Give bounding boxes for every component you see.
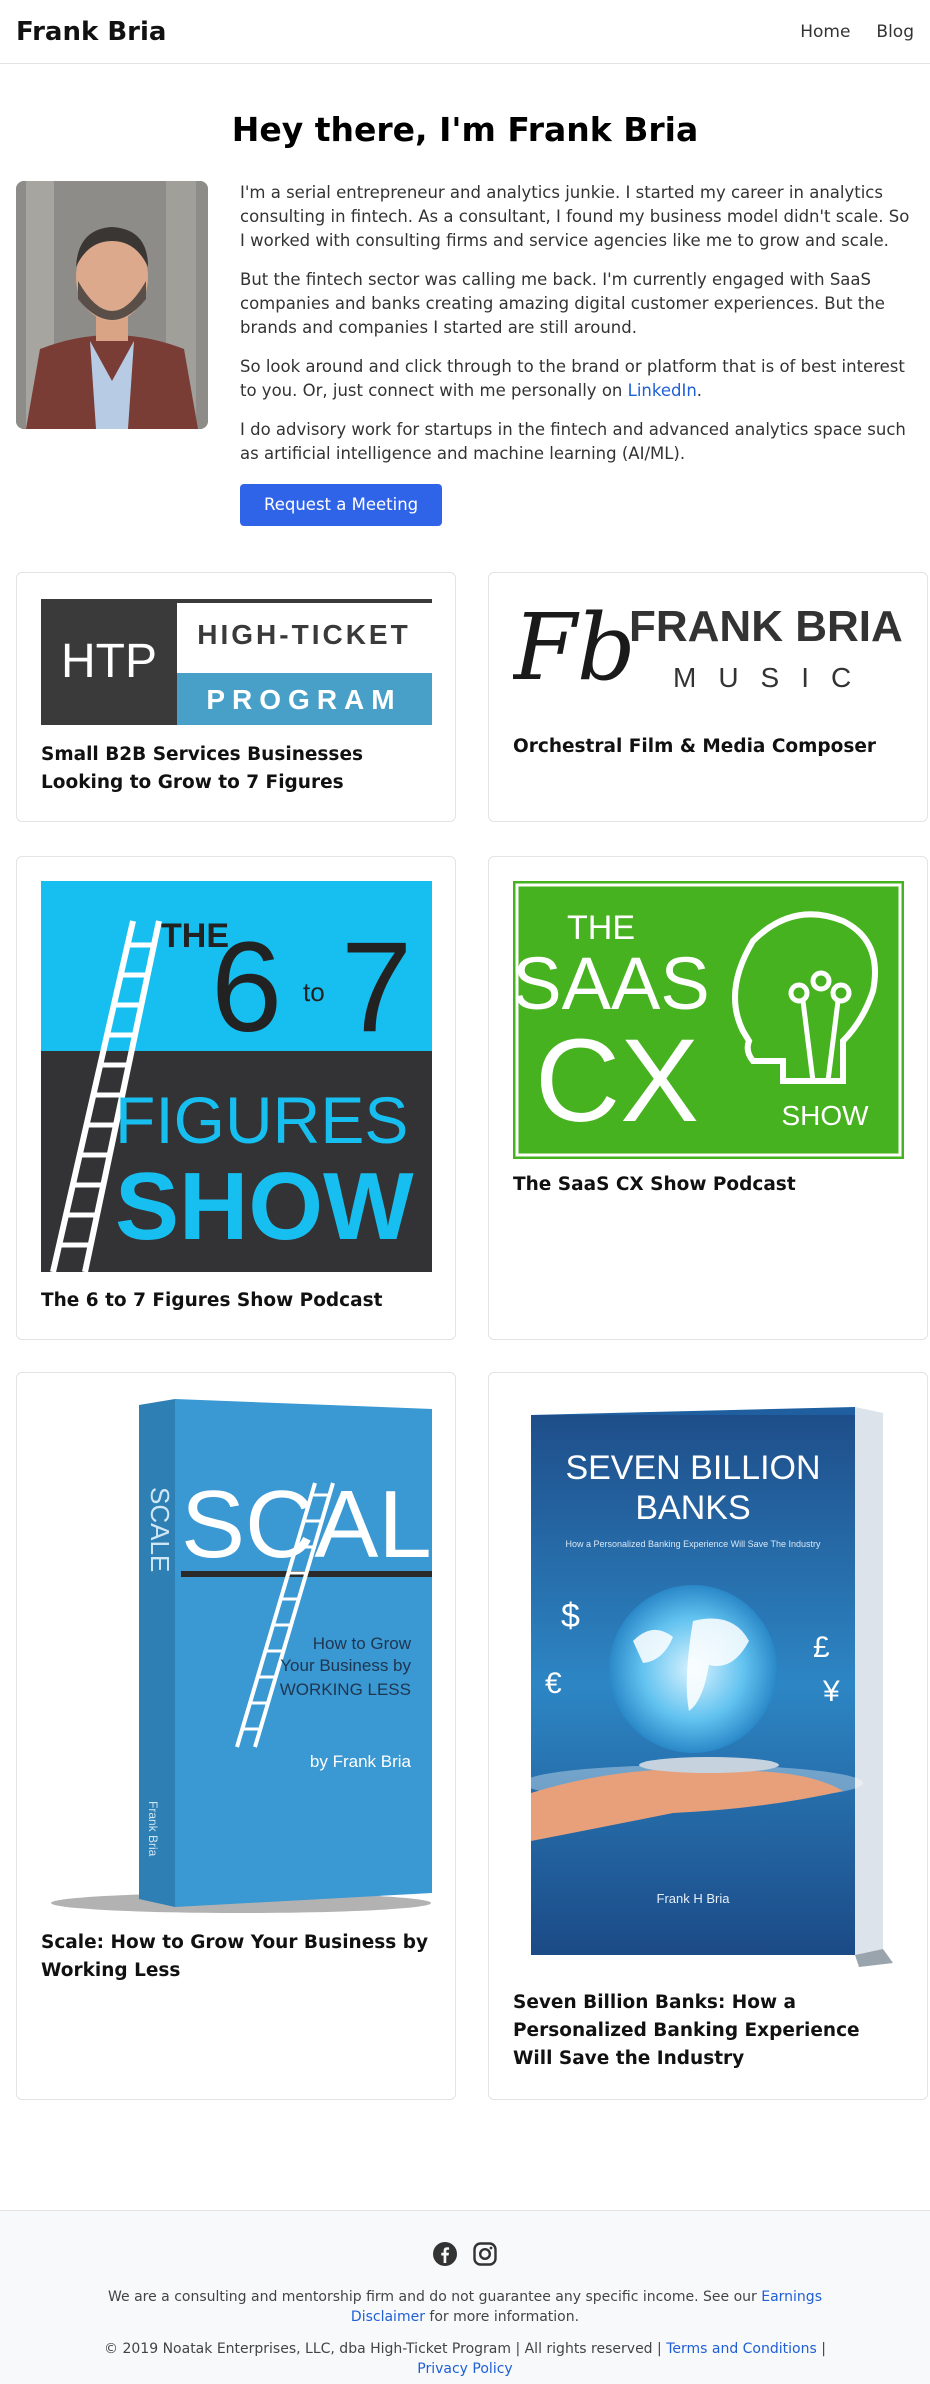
figures-seven-text: 7 [341,916,412,1059]
euro-symbol: € [545,1667,562,1700]
figures-show-text: SHOW [115,1153,414,1260]
request-meeting-button[interactable]: Request a Meeting [240,484,443,526]
footer-disclaimer-end: for more information. [424,2309,580,2325]
facebook-icon[interactable] [432,2241,458,2271]
music-line1-text: FRANK BRIA [629,602,903,651]
footer-copyright: © 2019 Noatak Enterprises, LLC, dba High… [0,2339,930,2379]
yen-symbol: ¥ [822,1675,840,1708]
pound-symbol: £ [813,1631,830,1664]
privacy-link[interactable]: Privacy Policy [417,2361,512,2377]
navbar: Frank Bria Home Blog [0,0,930,64]
instagram-icon[interactable] [472,2241,498,2271]
intro-paragraph-4: I do advisory work for startups in the f… [240,420,906,463]
footer-separator: | [816,2341,826,2357]
card-title[interactable]: Scale: How to Grow Your Business by Work… [41,1929,431,1985]
htp-line2-text: PROGRAM [206,684,401,715]
intro-paragraph-3-text: So look around and click through to the … [240,357,905,400]
intro-paragraph-2: But the fintech sector was calling me ba… [240,270,885,337]
footer-disclaimer: We are a consulting and mentorship firm … [0,2287,930,2327]
scale-spine-author: Frank Bria [146,1801,160,1857]
card-title[interactable]: The 6 to 7 Figures Show Podcast [41,1287,431,1315]
figures-to-text: to [303,977,325,1007]
frank-bria-music-logo: Fb FRANK BRIA MUSIC [513,599,904,699]
card-seven-billion-banks-book[interactable]: SEVEN BILLION BANKS How a Personalized B… [488,1372,928,2100]
scale-cover-title: SCALE [181,1471,432,1578]
card-frank-bria-music[interactable]: Fb FRANK BRIA MUSIC Orchestral Film & Me… [488,572,928,822]
footer-disclaimer-text: We are a consulting and mentorship firm … [108,2289,762,2305]
sbb-author: Frank H Bria [657,1891,731,1906]
scale-subtitle-2: Your Business by [280,1656,411,1675]
saas-cx-show-cover: THE SAAS CX SHOW [513,881,904,1159]
linkedin-link[interactable]: LinkedIn [628,381,697,400]
htp-line1-text: HIGH-TICKET [197,619,410,650]
card-scale-book[interactable]: SCALE Frank Bria SCALE How to Grow [16,1372,456,2100]
scale-author: by Frank Bria [310,1752,412,1771]
card-title[interactable]: The SaaS CX Show Podcast [513,1171,903,1199]
card-high-ticket-program[interactable]: HTP HIGH-TICKET PROGRAM Small B2B Servic… [16,572,456,822]
intro-paragraph-3-end: . [696,381,703,400]
htp-logo: HTP HIGH-TICKET PROGRAM [41,599,432,725]
card-title[interactable]: Small B2B Services Businesses Looking to… [41,741,431,797]
social-links [0,2241,930,2271]
terms-link[interactable]: Terms and Conditions [666,2341,817,2357]
page-title: Hey there, I'm Frank Bria [231,110,699,149]
seven-billion-banks-cover: SEVEN BILLION BANKS How a Personalized B… [513,1401,904,1967]
scale-subtitle-1: How to Grow [313,1634,412,1653]
sbb-title-2: BANKS [635,1489,750,1527]
nav-home-link[interactable]: Home [800,22,850,42]
nav-links: Home Blog [800,22,914,42]
htp-mark-text: HTP [61,635,157,688]
brand-logo[interactable]: Frank Bria [16,17,166,47]
card-title[interactable]: Seven Billion Banks: How a Personalized … [513,1989,903,2073]
music-mark-text: Fb [513,599,636,699]
intro-paragraph-3: So look around and click through to the … [240,355,914,403]
intro-paragraph-1: I'm a serial entrepreneur and analytics … [240,183,910,250]
sbb-title-1: SEVEN BILLION [565,1449,820,1487]
scale-subtitle-3: WORKING LESS [280,1680,411,1699]
card-saas-cx-show[interactable]: THE SAAS CX SHOW The SaaS CX Show Podcas… [488,856,928,1340]
scale-book-cover: SCALE Frank Bria SCALE How to Grow [41,1395,432,1915]
intro-text: I'm a serial entrepreneur and analytics … [240,181,914,526]
music-line2-text: MUSIC [673,662,873,693]
footer: We are a consulting and mentorship firm … [0,2210,930,2384]
nav-blog-link[interactable]: Blog [876,22,914,42]
card-title[interactable]: Orchestral Film & Media Composer [513,733,903,761]
saas-show-text: SHOW [781,1100,869,1131]
figures-six-text: 6 [211,916,282,1059]
scale-spine-title: SCALE [145,1487,175,1572]
six-to-seven-figures-cover: THE 6 to 7 FIGURES SHOW [41,881,432,1272]
intro-section: I'm a serial entrepreneur and analytics … [0,181,930,526]
sbb-subtitle: How a Personalized Banking Experience Wi… [566,1539,821,1549]
profile-photo [16,181,208,429]
copyright-text: © 2019 Noatak Enterprises, LLC, dba High… [104,2341,667,2357]
figures-figures-text: FIGURES [115,1083,408,1157]
saas-cx-text: CX [535,1015,699,1147]
dollar-symbol: $ [561,1597,580,1635]
saas-saas-text: SAAS [513,942,710,1025]
card-6-to-7-figures-show[interactable]: THE 6 to 7 FIGURES SHOW The 6 to 7 Figur… [16,856,456,1340]
